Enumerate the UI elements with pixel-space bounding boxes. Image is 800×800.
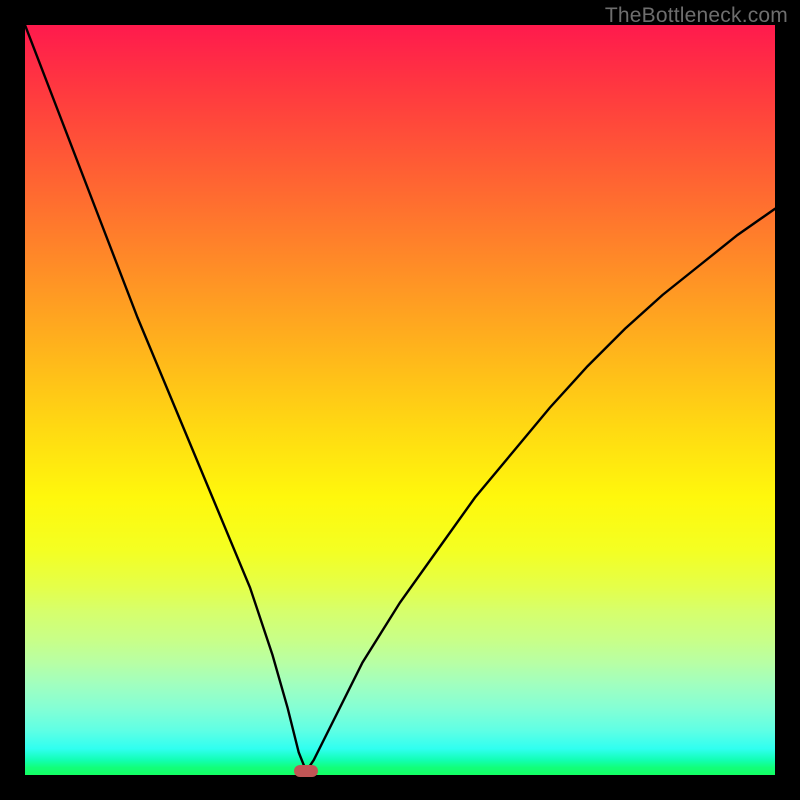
optimal-point-marker [294, 765, 318, 777]
watermark-text: TheBottleneck.com [605, 4, 788, 28]
plot-area [25, 25, 775, 775]
